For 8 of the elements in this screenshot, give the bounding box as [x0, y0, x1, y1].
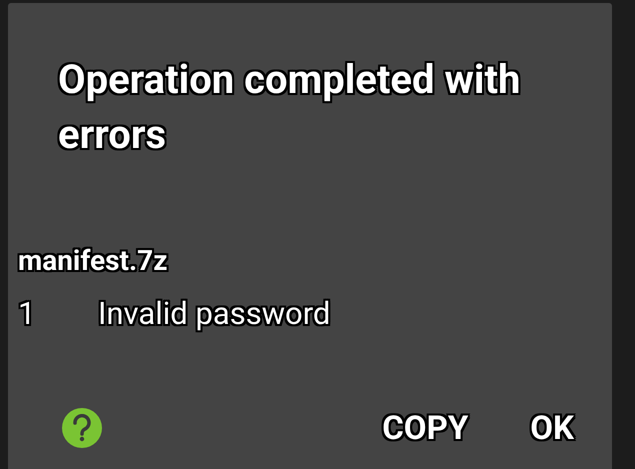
- error-number: 1: [18, 295, 36, 332]
- help-icon: [71, 414, 93, 442]
- dialog-title: Operation completed with errors: [58, 55, 522, 160]
- dialog-button[interactable]: OK: [530, 408, 574, 448]
- help-button[interactable]: [62, 408, 102, 448]
- archive-name: manifest.7z: [18, 244, 168, 277]
- dialog-button[interactable]: COPY: [382, 408, 468, 448]
- error-message: Invalid password: [98, 295, 330, 332]
